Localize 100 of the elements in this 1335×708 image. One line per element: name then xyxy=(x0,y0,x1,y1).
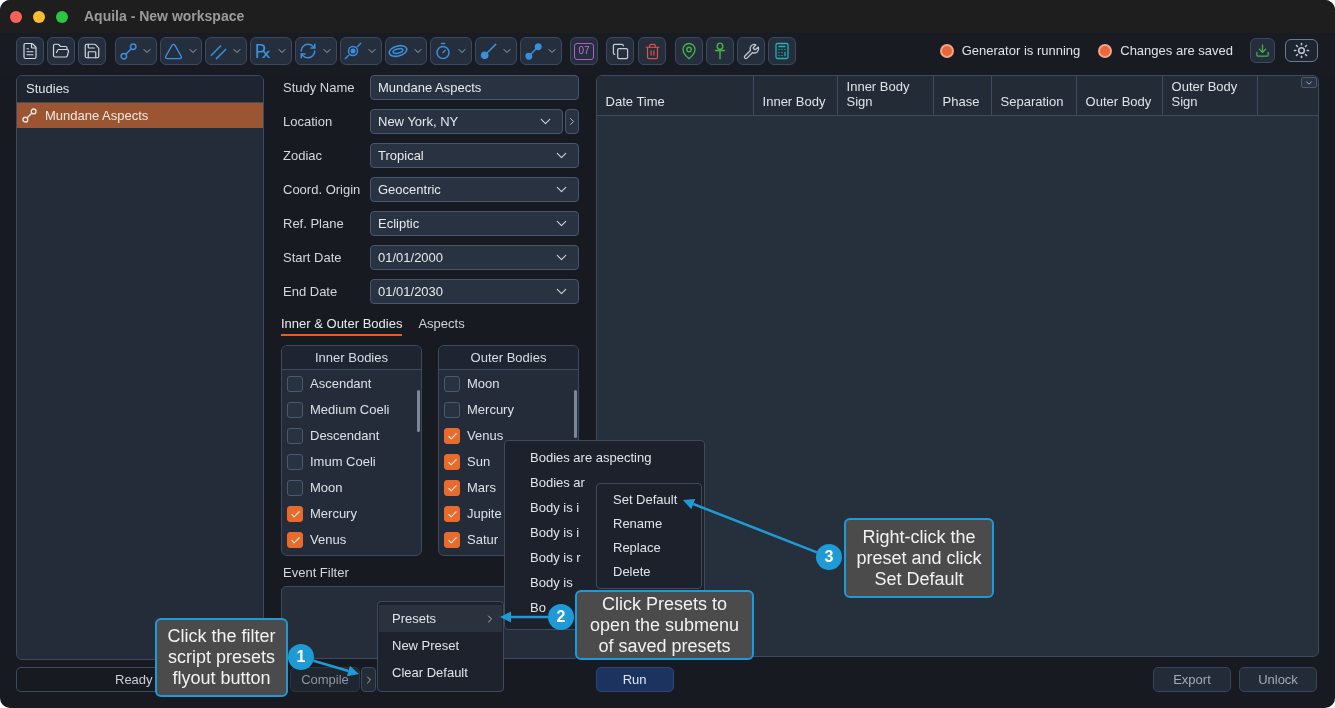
menu-item[interactable]: Bodies ar xyxy=(530,470,585,495)
field-label: Study Name xyxy=(283,78,356,97)
checkbox[interactable] xyxy=(287,402,303,418)
toolbar-dropdown-button[interactable] xyxy=(475,37,517,65)
body-label: Imum Coeli xyxy=(310,453,376,472)
minimize-icon[interactable] xyxy=(33,10,45,23)
location-button[interactable] xyxy=(675,37,703,65)
body-label: Moon xyxy=(310,479,343,498)
check-icon xyxy=(446,534,458,546)
column-menu-button[interactable] xyxy=(1301,77,1317,88)
checkbox[interactable] xyxy=(287,480,303,496)
unlock-button[interactable]: Unlock xyxy=(1239,667,1317,692)
dropdown[interactable]: New York, NY xyxy=(370,109,563,134)
ankh-button[interactable] xyxy=(706,37,734,65)
body-label: Satur xyxy=(467,531,499,550)
checkbox[interactable] xyxy=(444,428,460,444)
menu-item[interactable]: Replace xyxy=(613,536,661,560)
checkbox[interactable] xyxy=(444,532,460,548)
calendar-button[interactable]: 07 xyxy=(570,37,598,65)
delete-button[interactable] xyxy=(638,37,666,65)
check-icon xyxy=(289,508,301,520)
dropdown[interactable]: Geocentric xyxy=(370,177,579,202)
copy-button[interactable] xyxy=(606,37,634,65)
column-header[interactable]: Phase xyxy=(933,76,992,115)
menu-item[interactable]: Body is r xyxy=(530,545,581,570)
menu-item[interactable]: New Preset xyxy=(379,632,502,659)
toolbar-dropdown-button[interactable] xyxy=(430,37,472,65)
menu-item[interactable]: Bodies are aspecting xyxy=(530,445,652,470)
toolbar-dropdown-button[interactable] xyxy=(295,37,337,65)
menu-item[interactable]: Body is i xyxy=(530,495,580,520)
menu-item[interactable]: Set Default xyxy=(613,488,678,512)
column-header[interactable]: Inner Body Sign xyxy=(837,76,934,115)
export-button[interactable]: Export xyxy=(1153,667,1231,692)
dropdown[interactable]: 01/01/2000 xyxy=(370,245,579,270)
tab[interactable]: Inner & Outer Bodies xyxy=(281,314,403,336)
section-label: Event Filter xyxy=(283,566,349,580)
column-header[interactable]: Outer Body Sign xyxy=(1162,76,1258,115)
column-header[interactable]: Separation xyxy=(991,76,1077,115)
checkbox[interactable] xyxy=(287,428,303,444)
toolbar-dropdown-button[interactable] xyxy=(115,37,157,65)
folder-icon xyxy=(52,42,70,60)
panel-title: Studies xyxy=(26,80,70,99)
flyout-button[interactable] xyxy=(361,667,376,692)
maximize-icon[interactable] xyxy=(56,10,68,23)
calculator-button[interactable] xyxy=(768,37,796,65)
dropdown[interactable]: 01/01/2030 xyxy=(370,279,579,304)
menu-item[interactable]: Bo xyxy=(530,595,546,620)
menu-item[interactable]: Body is xyxy=(530,570,573,595)
theme-toggle-button[interactable] xyxy=(1285,39,1318,62)
toolbar-dropdown-button[interactable] xyxy=(520,37,562,65)
checkbox[interactable] xyxy=(287,376,303,392)
toolbar-dropdown-button[interactable] xyxy=(385,37,427,65)
body-label: Jupite xyxy=(467,505,502,524)
checkbox[interactable] xyxy=(444,506,460,522)
column-header[interactable]: Outer Body xyxy=(1076,76,1163,115)
checkbox[interactable] xyxy=(444,480,460,496)
close-icon[interactable] xyxy=(10,10,22,23)
toolbar-dropdown-button[interactable] xyxy=(160,37,202,65)
menu-item[interactable]: Rename xyxy=(613,512,663,536)
field-label: Zodiac xyxy=(283,146,324,165)
checkbox[interactable] xyxy=(444,402,460,418)
download-button[interactable] xyxy=(1250,38,1275,63)
calendar-date: 07 xyxy=(574,42,594,60)
wrench-button[interactable] xyxy=(737,37,765,65)
column-header[interactable]: Date Time xyxy=(596,76,754,115)
dropdown[interactable]: Ecliptic xyxy=(370,211,579,236)
run-button[interactable]: Run xyxy=(595,667,674,692)
body-label: Mars xyxy=(467,479,496,498)
callout-tooltip: Click Presets to open the submenu of saved presets xyxy=(575,590,754,660)
compile-button[interactable]: Compile xyxy=(290,667,360,692)
toolbar-dropdown-button[interactable] xyxy=(340,37,382,65)
step-marker: 1 xyxy=(288,644,314,670)
document-icon xyxy=(21,42,39,60)
check-icon xyxy=(446,508,458,520)
checkbox[interactable] xyxy=(287,506,303,522)
save-button[interactable] xyxy=(78,37,106,65)
toolbar-dropdown-button[interactable] xyxy=(205,37,247,65)
download-icon xyxy=(1255,43,1270,58)
column-header[interactable]: Inner Body xyxy=(753,76,838,115)
list-title: Inner Bodies xyxy=(315,348,388,367)
body-label: Descendant xyxy=(310,427,380,446)
checkbox[interactable] xyxy=(287,532,303,548)
checkbox[interactable] xyxy=(287,454,303,470)
dropdown[interactable]: Tropical xyxy=(370,143,579,168)
menu-item[interactable]: Presets xyxy=(379,605,502,632)
tab[interactable]: Aspects xyxy=(418,314,465,336)
status-label: Generator is running xyxy=(961,42,1081,61)
checkbox[interactable] xyxy=(444,454,460,470)
new-file-button[interactable] xyxy=(16,37,44,65)
text-field[interactable]: Mundane Aspects xyxy=(370,75,579,100)
connected-nodes-icon xyxy=(22,108,37,123)
trash-icon xyxy=(643,42,661,60)
menu-item[interactable]: Clear Default xyxy=(379,659,502,686)
study-item[interactable]: Mundane Aspects xyxy=(17,103,263,128)
menu-item[interactable]: Body is i xyxy=(530,520,580,545)
checkbox[interactable] xyxy=(444,376,460,392)
refresh-icon xyxy=(299,42,317,60)
open-button[interactable] xyxy=(47,37,75,65)
toolbar-dropdown-button[interactable]: ℞ xyxy=(250,37,292,65)
menu-item[interactable]: Delete xyxy=(613,560,651,584)
